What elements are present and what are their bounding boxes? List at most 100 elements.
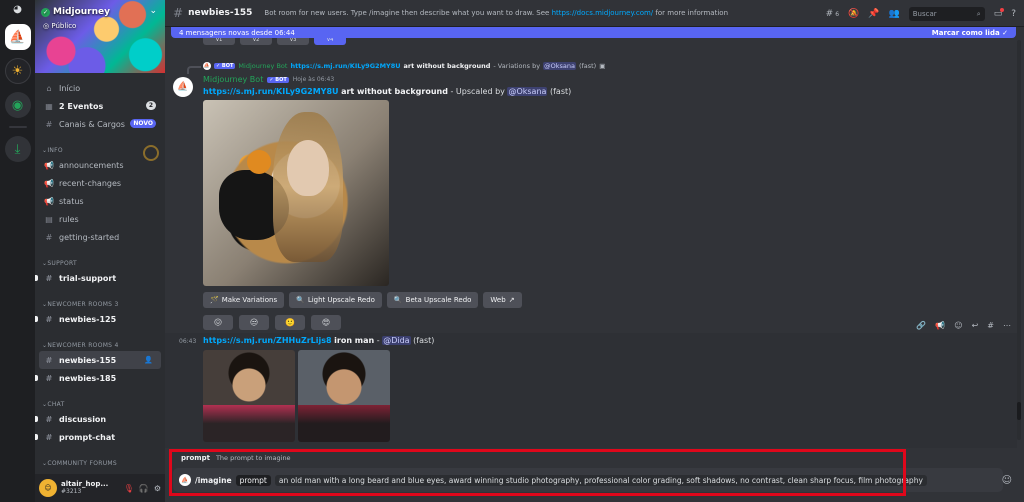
channel-newbies-185[interactable]: # newbies-185 xyxy=(35,369,161,387)
more-icon[interactable]: ⋯ xyxy=(1003,321,1011,330)
search-input[interactable]: Buscar ⌕ xyxy=(908,7,985,21)
variation-button-1[interactable]: V1 xyxy=(203,38,235,45)
message-content: https://s.mj.run/ZHHuZrLijs8 iron man - … xyxy=(203,336,435,345)
verified-icon: ✓ xyxy=(41,7,50,17)
reaction-unamused[interactable]: 😒 xyxy=(239,315,269,330)
chevron-down-icon[interactable]: ⌄ xyxy=(149,6,157,16)
add-member-icon[interactable]: 👤 xyxy=(141,355,156,365)
channel-recent-changes[interactable]: 📢 recent-changes xyxy=(39,174,161,192)
command-option[interactable]: prompt xyxy=(235,474,271,486)
image-icon: ▣ xyxy=(599,62,606,70)
variation-button-4[interactable]: V4 xyxy=(314,38,346,45)
nav-item-channels-roles[interactable]: # Canais & Cargos NOVO xyxy=(39,115,161,133)
rules-icon: ▤ xyxy=(45,214,53,224)
reaction-buttons: 😖 😒 🙂 😍 xyxy=(203,315,341,330)
hash-icon: # xyxy=(45,373,53,383)
headphones-icon[interactable]: 🎧 xyxy=(139,484,149,493)
discord-icon[interactable]: ◕ xyxy=(0,2,35,16)
author-name[interactable]: Midjourney Bot xyxy=(203,75,263,84)
download-icon[interactable]: ⤓ xyxy=(4,136,31,162)
channel-newbies-125[interactable]: # newbies-125 xyxy=(35,310,161,328)
user-controls: 🎙 🎧 ⚙ xyxy=(124,484,165,493)
channel-announcements[interactable]: 📢 announcements xyxy=(39,156,161,174)
user-info[interactable]: altair_hop... #3213 xyxy=(61,480,108,495)
category-community-forums[interactable]: ⌄ COMMUNITY FORUMS xyxy=(39,453,161,467)
channel-newbies-155[interactable]: # newbies-155 👤 xyxy=(39,351,161,369)
variation-button-3[interactable]: V3 xyxy=(277,38,309,45)
reaction-smile[interactable]: 🙂 xyxy=(275,315,305,330)
mark-as-read-button[interactable]: Marcar como lida ✓ xyxy=(932,29,1008,37)
user-mention[interactable]: @Oksana xyxy=(507,87,548,96)
hash-icon: # xyxy=(45,314,53,324)
channel-topic[interactable]: Bot room for new users. Type /imagine th… xyxy=(264,9,728,17)
notification-mute-icon[interactable]: 🔕 xyxy=(848,9,859,19)
make-variations-button[interactable]: 🪄 Make Variations xyxy=(203,292,285,308)
category-support[interactable]: ⌄ SUPPORT xyxy=(39,253,161,267)
pin-icon[interactable]: 📌 xyxy=(868,9,879,19)
new-messages-bar[interactable]: 4 mensagens novas desde 06:44 Marcar com… xyxy=(171,27,1016,38)
category-newcomer-rooms-3[interactable]: ⌄ NEWCOMER ROOMS 3 xyxy=(39,294,161,308)
channel-trial-support[interactable]: # trial-support xyxy=(35,269,161,287)
variation-button-2[interactable]: V2 xyxy=(240,38,272,45)
message-hover-toolbar: 🔗 📢 ☺ ↩ # ⋯ xyxy=(916,321,1011,330)
nav-item-events[interactable]: ▦ 2 Eventos 2 xyxy=(39,97,161,115)
reaction-confounded[interactable]: 😖 xyxy=(203,315,233,330)
prompt-link[interactable]: https://s.mj.run/ZHHuZrLijs8 xyxy=(203,336,332,345)
sun-icon[interactable]: ☀ xyxy=(4,58,31,84)
category-newcomer-rooms-4[interactable]: ⌄ NEWCOMER ROOMS 4 xyxy=(39,335,161,349)
emoji-icon[interactable]: ☺ xyxy=(1002,475,1012,486)
generated-image[interactable] xyxy=(203,100,389,286)
previous-buttons: V1 V2 V3 V4 xyxy=(203,38,346,45)
web-button[interactable]: Web ↗ xyxy=(483,292,522,308)
message-composer: prompt The prompt to imagine ⛵ /imagine … xyxy=(165,448,1024,502)
create-thread-icon[interactable]: # xyxy=(987,321,994,330)
midjourney-icon[interactable]: ⛵ xyxy=(4,24,31,50)
link-icon[interactable]: 🔗 xyxy=(916,321,926,330)
megaphone-icon[interactable]: 📢 xyxy=(935,321,945,330)
reaction-heart-eyes[interactable]: 😍 xyxy=(311,315,341,330)
bot-avatar-small: ⛵ xyxy=(203,62,211,70)
reply-icon[interactable]: ↩ xyxy=(972,321,979,330)
unread-indicator xyxy=(35,375,38,381)
avatar[interactable]: ☺ xyxy=(39,479,57,497)
inbox-icon[interactable]: ▭ xyxy=(994,8,1004,19)
help-icon[interactable]: ? xyxy=(1011,9,1016,19)
discord-app: ◕ ⛵ ☀ ◉ ⤓ ✓ Midjourney ◎ Público ⌄ ⌂ Iníc… xyxy=(0,0,1024,502)
prompt-value[interactable]: an old man with a long beard and blue ey… xyxy=(274,474,927,486)
avatar[interactable]: ⛵ xyxy=(173,77,193,97)
add-reaction-icon[interactable]: ☺ xyxy=(954,321,962,330)
threads-icon[interactable]: # xyxy=(826,9,834,19)
channel-title: newbies-155 xyxy=(188,8,253,18)
category-chat[interactable]: ⌄ CHAT xyxy=(39,394,161,408)
nav-item-home[interactable]: ⌂ Início xyxy=(39,79,161,97)
mic-muted-icon[interactable]: 🎙 xyxy=(124,484,134,493)
generated-image-1[interactable] xyxy=(203,350,295,442)
light-upscale-redo-button[interactable]: 🔍 Light Upscale Redo xyxy=(289,292,382,308)
reply-reference[interactable]: ⛵ ✓ BOT Midjourney Bot https://s.mj.run/… xyxy=(203,62,605,70)
topic-link[interactable]: https://docs.midjourney.com/ xyxy=(552,9,654,17)
unread-indicator xyxy=(35,434,38,440)
message-input[interactable]: ⛵ /imagine prompt an old man with a long… xyxy=(173,468,1003,492)
new-messages-text: 4 mensagens novas desde 06:44 xyxy=(179,28,295,37)
magic-wand-icon: 🪄 xyxy=(210,296,219,304)
scrollbar[interactable] xyxy=(1017,40,1021,440)
timestamp: 06:43 xyxy=(179,338,197,345)
user-mention[interactable]: @Dida xyxy=(382,336,411,345)
channel-discussion[interactable]: # discussion xyxy=(35,410,161,428)
prompt-link[interactable]: https://s.mj.run/KILy9G2MY8U xyxy=(203,87,339,96)
gear-icon[interactable]: ⚙ xyxy=(154,484,161,493)
scrollbar-thumb[interactable] xyxy=(1017,402,1021,420)
server-name[interactable]: ✓ Midjourney xyxy=(41,7,110,17)
channel-getting-started[interactable]: # getting-started xyxy=(39,228,161,246)
beta-upscale-redo-button[interactable]: 🔍 Beta Upscale Redo xyxy=(386,292,479,308)
generated-image-2[interactable] xyxy=(298,350,390,442)
channel-status[interactable]: 📢 status xyxy=(39,192,161,210)
channel-rules[interactable]: ▤ rules xyxy=(39,210,161,228)
channel-prompt-chat[interactable]: # prompt-chat xyxy=(35,428,161,446)
bot-badge: ✓ BOT xyxy=(267,76,289,83)
members-icon[interactable]: 👥 xyxy=(888,9,899,19)
image-detail xyxy=(247,150,271,174)
channels-icon: # xyxy=(45,119,53,129)
compass-icon[interactable]: ◉ xyxy=(4,92,31,118)
server-banner[interactable]: ✓ Midjourney ◎ Público ⌄ xyxy=(35,0,165,73)
